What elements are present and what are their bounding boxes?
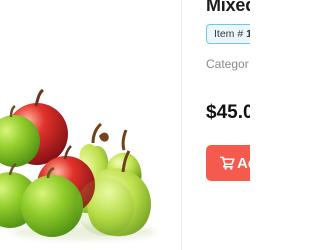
product-title: Mixed (206, 0, 250, 15)
item-number-value: 1 (246, 28, 250, 40)
item-number-label: Item # (214, 28, 244, 40)
product-page: Mixed Item # 1 Categor $45.0 Ad (0, 0, 250, 250)
product-price: $45.0 (206, 102, 250, 123)
add-to-cart-button[interactable]: Ad (206, 145, 250, 181)
product-details: Mixed Item # 1 Categor $45.0 Ad (206, 0, 250, 250)
panel-divider (181, 0, 182, 250)
product-image-panel (0, 0, 178, 250)
shopping-cart-icon (220, 156, 235, 170)
category-label: Categor (206, 57, 249, 71)
add-button-label: Ad (237, 154, 250, 172)
item-number-badge: Item # 1 (206, 24, 250, 44)
product-image (0, 88, 156, 240)
